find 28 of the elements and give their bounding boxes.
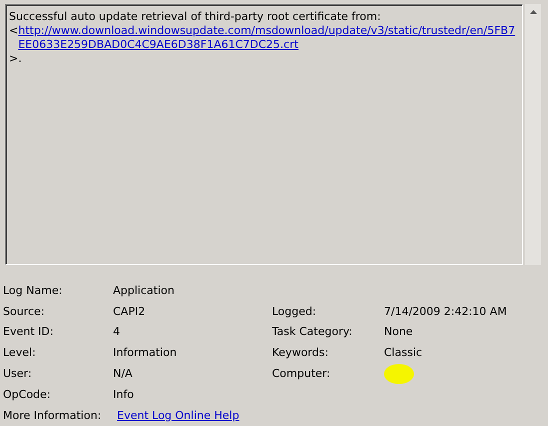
field-value: 4 [113,325,120,338]
field-label: Computer: [272,367,330,380]
field-label: User: [3,367,32,380]
redaction-mark [384,364,414,384]
field-label: Event ID: [3,325,54,338]
field-value: Information [113,346,177,360]
description-text: Successful auto update retrieval of third-party root certificate from: [9,10,382,24]
field-label: OpCode: [3,388,51,401]
field-value: 7/14/2009 2:42:10 AM [384,304,507,318]
field-value: CAPI2 [113,304,146,318]
field-value: Application [113,284,174,297]
field-label: Source: [3,304,44,318]
field-label: Level: [3,346,36,360]
certificate-link[interactable]: http://www.download.windowsupdate.com/msdownload/update/v3/static/trustedr/en/5FB7EE0633E259DBAD0C4C9AE6D38F1A61C7DC25.crt [18,24,518,52]
scroll-up-arrow-icon[interactable] [530,10,536,14]
field-label: Task Category: [272,325,352,338]
field-label: Keywords: [272,346,328,360]
bracket-text: < [9,24,18,37]
field-label: Logged: [272,304,316,318]
field-value: Classic [384,346,422,360]
field-label: More Information: [3,408,102,422]
field-value: Info [113,388,134,401]
field-value: None [384,325,413,338]
field-value: N/A [113,367,132,380]
help-link[interactable]: Event Log Online Help [113,408,240,422]
bracket-text: >. [9,52,22,65]
field-label: Log Name: [3,284,62,297]
scrollbar[interactable] [525,4,541,265]
